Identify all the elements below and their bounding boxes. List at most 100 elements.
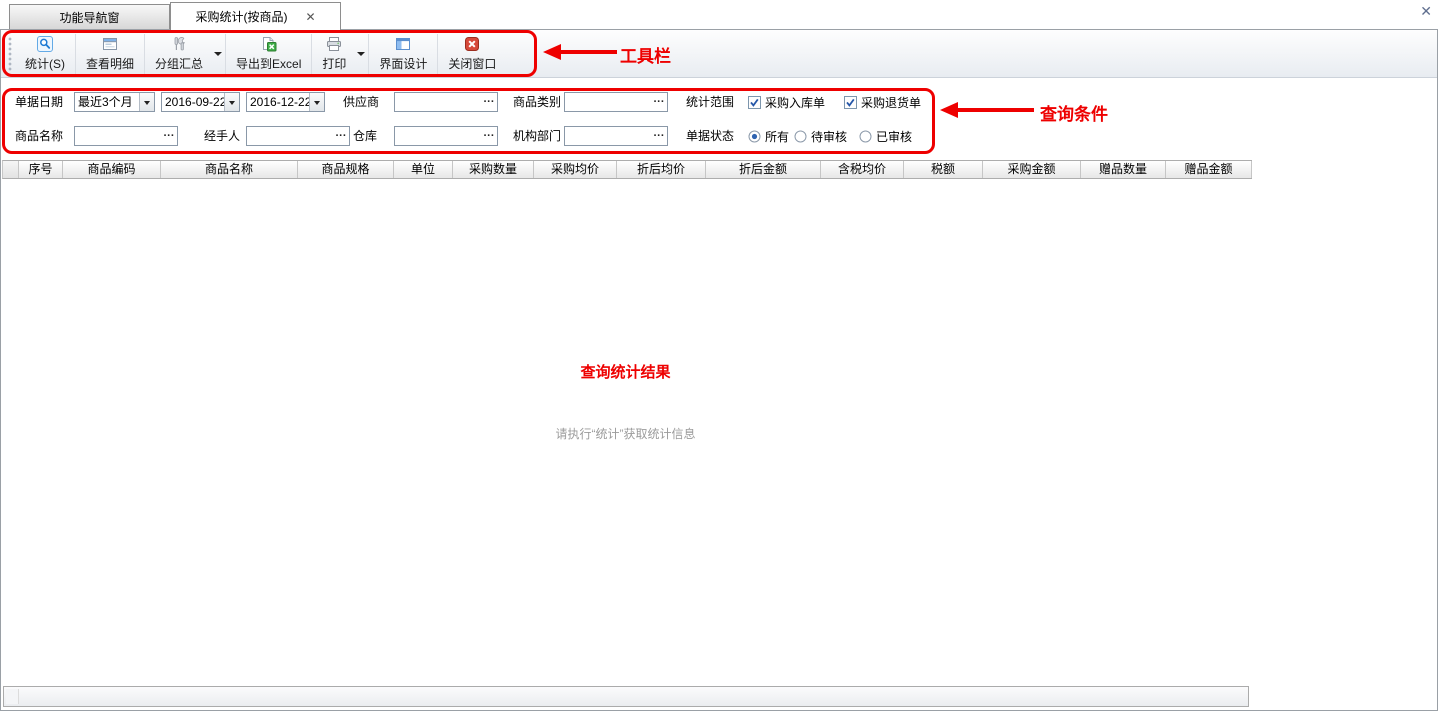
column-header-seq[interactable]: 序号 <box>19 161 63 178</box>
radio-unselected-icon <box>859 130 872 143</box>
export-excel-button[interactable]: 导出到Excel <box>227 32 310 76</box>
chevron-down-icon[interactable] <box>224 93 239 111</box>
warehouse-input[interactable]: ··· <box>394 126 498 146</box>
chevron-down-icon[interactable] <box>139 93 154 111</box>
tools-icon <box>171 36 187 52</box>
tab-function-navigation[interactable]: 功能导航窗 <box>9 4 170 29</box>
ellipsis-lookup-icon[interactable]: ··· <box>333 127 349 145</box>
tab-purchase-statistics[interactable]: 采购统计(按商品) ✕ <box>170 2 341 30</box>
column-header-product-spec[interactable]: 商品规格 <box>298 161 394 178</box>
date-to-value: 2016-12-22 <box>247 93 309 111</box>
print-button[interactable]: 打印 <box>313 32 355 76</box>
excel-export-icon <box>261 36 277 52</box>
column-header-purchase-qty[interactable]: 采购数量 <box>453 161 534 178</box>
print-dropdown-arrow[interactable] <box>355 32 367 76</box>
empty-state-message: 请执行“统计”获取统计信息 <box>2 425 1249 442</box>
radio-unselected-icon <box>794 130 807 143</box>
column-header-tax-amount[interactable]: 税额 <box>904 161 983 178</box>
supplier-input[interactable]: ··· <box>394 92 498 112</box>
column-header-product-code[interactable]: 商品编码 <box>63 161 161 178</box>
handler-value <box>247 127 333 145</box>
button-label: 分组汇总 <box>155 55 203 72</box>
department-label: 机构部门 <box>513 126 561 146</box>
column-header-unit[interactable]: 单位 <box>394 161 453 178</box>
column-header-purchase-avg-price[interactable]: 采购均价 <box>534 161 617 178</box>
warehouse-value <box>395 127 481 145</box>
ellipsis-lookup-icon[interactable]: ··· <box>481 93 497 111</box>
date-from-combo[interactable]: 2016-09-22 <box>161 92 240 112</box>
grid-footer-bar <box>3 686 1249 707</box>
ui-design-icon <box>395 36 411 52</box>
category-value <box>565 93 651 111</box>
radio-label: 所有 <box>765 128 789 145</box>
column-header-gift-qty[interactable]: 赠品数量 <box>1081 161 1166 178</box>
handler-label: 经手人 <box>204 126 240 146</box>
column-header-product-name[interactable]: 商品名称 <box>161 161 298 178</box>
product-name-label: 商品名称 <box>15 126 63 146</box>
ellipsis-lookup-icon[interactable]: ··· <box>651 93 667 111</box>
toolbar-separator <box>75 34 76 74</box>
app-window: 功能导航窗 采购统计(按商品) ✕ ✕ 统计(S) 查看明 <box>0 0 1440 712</box>
tab-close-icon[interactable]: ✕ <box>305 11 315 23</box>
toolbar-separator <box>144 34 145 74</box>
group-summary-dropdown-arrow[interactable] <box>212 32 224 76</box>
view-details-button[interactable]: 查看明细 <box>77 32 143 76</box>
chevron-down-icon[interactable] <box>309 93 324 111</box>
printer-icon <box>326 36 342 52</box>
product-name-input[interactable]: ··· <box>74 126 178 146</box>
search-icon <box>37 36 53 52</box>
scope-checkbox-purchase-return[interactable]: 采购退货单 <box>844 92 921 112</box>
department-value <box>565 127 651 145</box>
toolbar-separator <box>368 34 369 74</box>
supplier-value <box>395 93 481 111</box>
column-header-gift-amount[interactable]: 赠品金额 <box>1166 161 1252 178</box>
tab-bar: 功能导航窗 采购统计(按商品) ✕ ✕ <box>0 0 1440 29</box>
tab-label: 采购统计(按商品) <box>195 8 287 25</box>
column-header-purchase-amount[interactable]: 采购金额 <box>983 161 1081 178</box>
close-window-button[interactable]: 关闭窗口 <box>439 32 505 76</box>
grid-header-row: 序号 商品编码 商品名称 商品规格 单位 采购数量 采购均价 折后均价 折后金额… <box>2 160 1252 179</box>
checkbox-label: 采购退货单 <box>861 94 921 111</box>
detail-window-icon <box>102 36 118 52</box>
column-header-discounted-avg-price[interactable]: 折后均价 <box>617 161 706 178</box>
close-window-icon <box>464 36 480 52</box>
date-preset-value: 最近3个月 <box>75 93 139 111</box>
column-header-tax-incl-avg-price[interactable]: 含税均价 <box>821 161 904 178</box>
date-preset-combo[interactable]: 最近3个月 <box>74 92 155 112</box>
date-label: 单据日期 <box>15 92 63 112</box>
toolbar: 统计(S) 查看明细 分组汇总 <box>1 30 1437 78</box>
handler-input[interactable]: ··· <box>246 126 350 146</box>
statistics-button[interactable]: 统计(S) <box>16 32 74 76</box>
radio-label: 已审核 <box>876 128 912 145</box>
product-name-value <box>75 127 161 145</box>
checkbox-checked-icon <box>748 96 761 109</box>
row-indicator-header-cell <box>3 161 19 178</box>
ellipsis-lookup-icon[interactable]: ··· <box>161 127 177 145</box>
column-header-discounted-amount[interactable]: 折后金额 <box>706 161 821 178</box>
status-radio-pending[interactable]: 待审核 <box>794 126 847 146</box>
date-to-combo[interactable]: 2016-12-22 <box>246 92 325 112</box>
button-label: 关闭窗口 <box>448 55 496 72</box>
toolbar-separator <box>225 34 226 74</box>
ellipsis-lookup-icon[interactable]: ··· <box>481 127 497 145</box>
button-label: 查看明细 <box>86 55 134 72</box>
tab-label: 功能导航窗 <box>59 9 119 26</box>
button-label: 导出到Excel <box>236 55 301 72</box>
checkbox-checked-icon <box>844 96 857 109</box>
radio-label: 待审核 <box>811 128 847 145</box>
supplier-label: 供应商 <box>343 92 379 112</box>
group-summary-button[interactable]: 分组汇总 <box>146 32 212 76</box>
result-title-annotation: 查询统计结果 <box>2 361 1249 382</box>
button-label: 统计(S) <box>25 55 65 72</box>
window-close-icon[interactable]: ✕ <box>1420 3 1432 20</box>
ui-design-button[interactable]: 界面设计 <box>370 32 436 76</box>
ellipsis-lookup-icon[interactable]: ··· <box>651 127 667 145</box>
toolbar-grip-handle[interactable] <box>8 37 13 71</box>
department-input[interactable]: ··· <box>564 126 668 146</box>
category-input[interactable]: ··· <box>564 92 668 112</box>
status-radio-all[interactable]: 所有 <box>748 126 789 146</box>
status-radio-approved[interactable]: 已审核 <box>859 126 912 146</box>
scope-checkbox-purchase-inbound[interactable]: 采购入库单 <box>748 92 825 112</box>
date-from-value: 2016-09-22 <box>162 93 224 111</box>
radio-selected-icon <box>748 130 761 143</box>
